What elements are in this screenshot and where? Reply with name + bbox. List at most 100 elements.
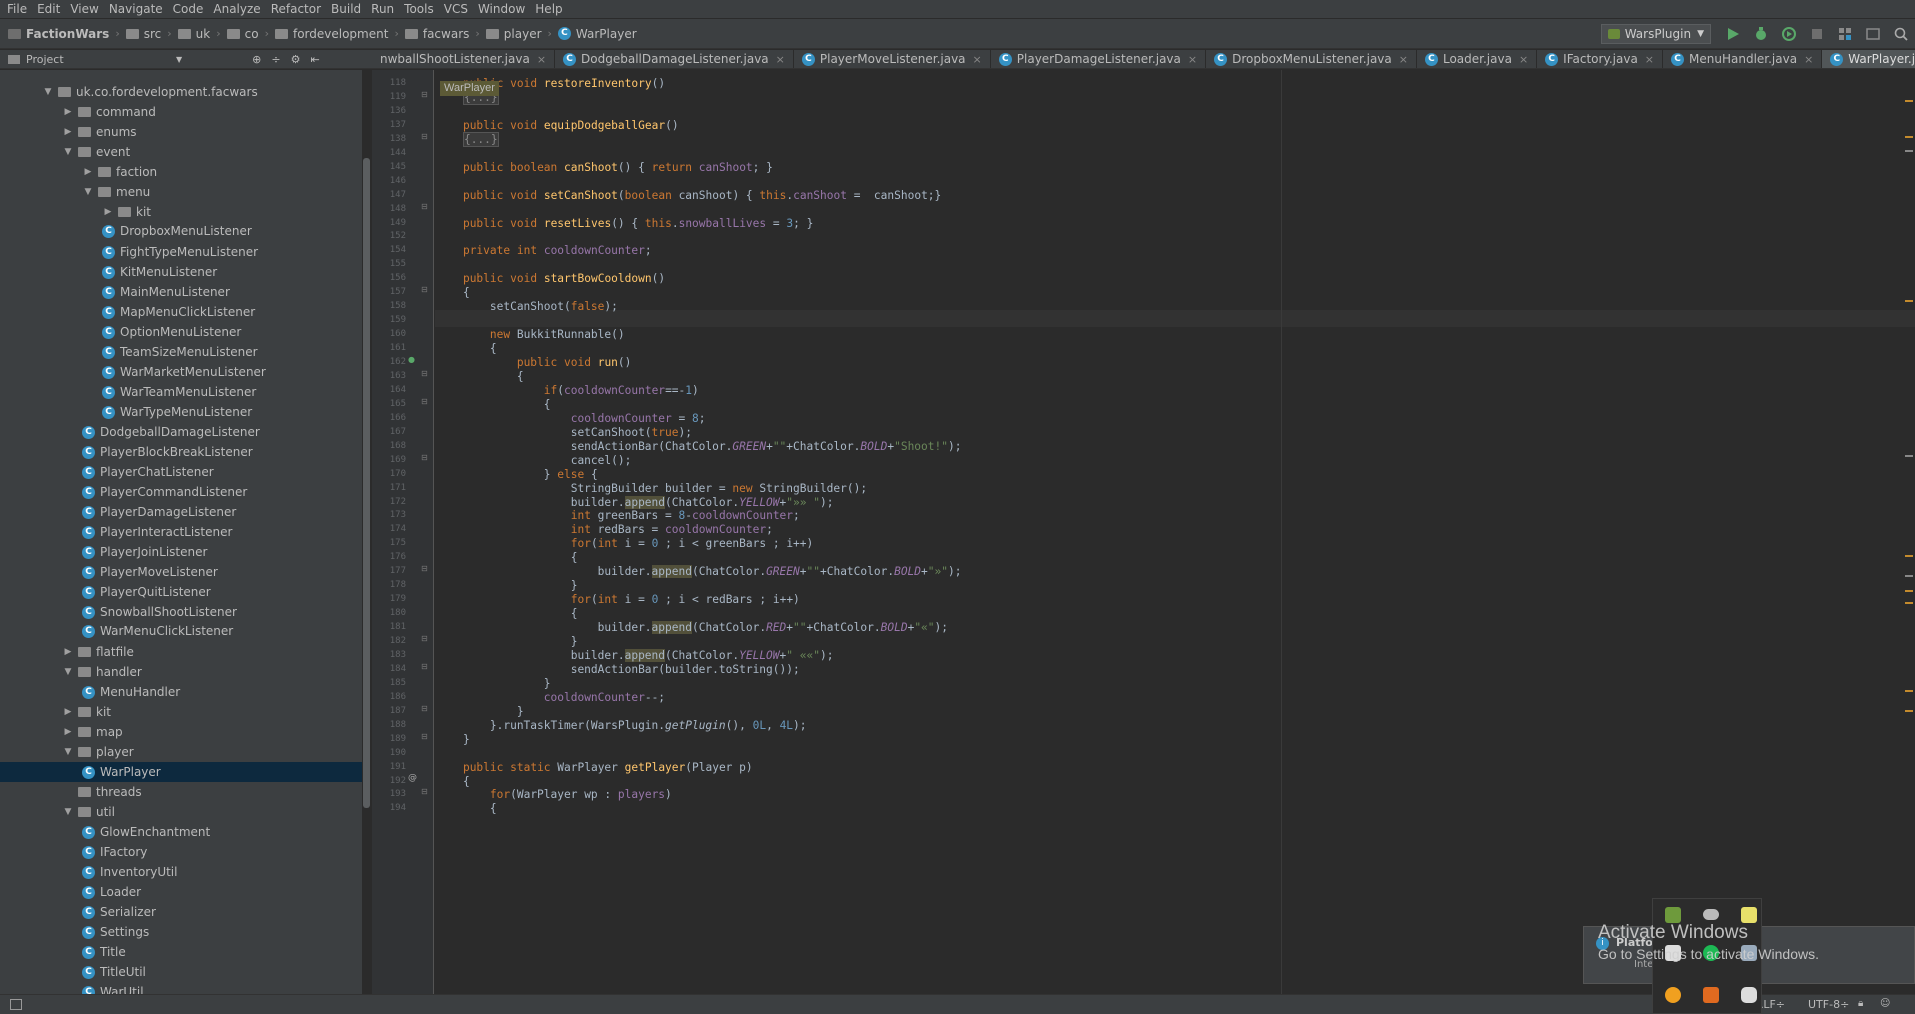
close-icon[interactable]: × xyxy=(1804,53,1813,66)
tray-disc-icon[interactable] xyxy=(1665,987,1681,1003)
code-line[interactable]: }.runTaskTimer(WarsPlugin.getPlugin(), 0… xyxy=(436,717,807,734)
code-line[interactable]: public void resetLives() { this.snowball… xyxy=(436,215,813,232)
tree-item-playerquitlistener[interactable]: C PlayerQuitListener xyxy=(0,582,362,602)
scroll-from-source-icon[interactable]: ⊕ xyxy=(252,53,261,66)
search-icon[interactable] xyxy=(1893,26,1909,42)
chevron-down-icon[interactable]: ▼ xyxy=(176,55,182,64)
sdk-icon[interactable] xyxy=(1865,26,1881,42)
code-line[interactable]: setCanShoot(false); xyxy=(436,298,618,315)
code-line[interactable]: { xyxy=(436,800,497,817)
tree-item-playerjoinlistener[interactable]: C PlayerJoinListener xyxy=(0,542,362,562)
fold-marker-icon[interactable]: ⊟ xyxy=(421,90,428,99)
tree-item-kit[interactable]: ▶ kit xyxy=(0,702,362,722)
chevron-down-icon[interactable]: ▼ xyxy=(62,667,74,677)
breadcrumb-item[interactable]: C WarPlayer xyxy=(557,27,637,41)
tree-item-teamsizemenulistener[interactable]: C TeamSizeMenuListener xyxy=(0,342,362,362)
fold-marker-icon[interactable]: ⊟ xyxy=(421,662,428,671)
tree-item-util[interactable]: ▼ util xyxy=(0,802,362,822)
close-icon[interactable]: × xyxy=(1188,53,1197,66)
breadcrumb-item[interactable]: player xyxy=(485,27,542,41)
project-view-label[interactable]: Project xyxy=(26,53,176,66)
tree-item-command[interactable]: ▶ command xyxy=(0,102,362,122)
chevron-right-icon[interactable]: ▶ xyxy=(62,727,74,737)
fold-marker-icon[interactable]: ⊟ xyxy=(421,369,428,378)
breadcrumb-item[interactable]: uk xyxy=(177,27,210,41)
info-marker[interactable] xyxy=(1905,455,1913,457)
tree-item-player[interactable]: ▼ player xyxy=(0,742,362,762)
fold-marker-icon[interactable]: ⊟ xyxy=(421,787,428,796)
chevron-down-icon[interactable]: ▼ xyxy=(42,87,54,97)
discord-icon[interactable] xyxy=(1741,987,1757,1003)
close-icon[interactable]: × xyxy=(973,53,982,66)
info-marker[interactable] xyxy=(1905,575,1913,577)
tree-item-wartypemenulistener[interactable]: C WarTypeMenuListener xyxy=(0,402,362,422)
tree-item-playerchatlistener[interactable]: C PlayerChatListener xyxy=(0,462,362,482)
tab-warplayer[interactable]: CWarPlayer.java× xyxy=(1822,50,1915,68)
toggle-tool-windows-icon[interactable] xyxy=(10,999,22,1010)
settings-gear-icon[interactable]: ⚙ xyxy=(291,53,301,66)
menu-item-tools[interactable]: Tools xyxy=(399,2,439,16)
tree-item-warmarketmenulistener[interactable]: C WarMarketMenuListener xyxy=(0,362,362,382)
editor-breadcrumb[interactable]: WarPlayer xyxy=(440,81,499,96)
tab-dodgeballdamagelistener[interactable]: C DodgeballDamageListener.java × xyxy=(555,50,794,68)
info-marker[interactable] xyxy=(1905,150,1913,152)
override-marker-icon[interactable]: ● xyxy=(408,355,415,364)
project-tree-scrollbar[interactable] xyxy=(363,158,370,808)
tree-item-glowenchantment[interactable]: C GlowEnchantment xyxy=(0,822,362,842)
hide-panel-icon[interactable]: ⇤ xyxy=(310,53,319,66)
chevron-right-icon[interactable]: ▶ xyxy=(62,107,74,117)
tree-item-inventoryutil[interactable]: C InventoryUtil xyxy=(0,862,362,882)
lock-icon[interactable]: 🔒︎ xyxy=(1858,998,1863,1009)
chevron-right-icon[interactable]: ▶ xyxy=(62,127,74,137)
tray-note-icon[interactable] xyxy=(1741,907,1757,923)
code-line[interactable]: public void startBowCooldown() xyxy=(436,270,665,287)
tree-item-warteammenulistener[interactable]: C WarTeamMenuListener xyxy=(0,382,362,402)
menu-item-navigate[interactable]: Navigate xyxy=(104,2,168,16)
fold-marker-icon[interactable]: ⊟ xyxy=(421,132,428,141)
tab-ifactory[interactable]: C IFactory.java × xyxy=(1537,50,1664,68)
tree-item-title[interactable]: C Title xyxy=(0,942,362,962)
annotation-marker-icon[interactable]: @ xyxy=(408,773,417,783)
coverage-icon[interactable] xyxy=(1781,26,1797,42)
code-line[interactable]: } xyxy=(436,731,470,748)
fold-marker-icon[interactable]: ⊟ xyxy=(421,397,428,406)
encoding-label[interactable]: UTF-8÷ xyxy=(1808,998,1849,1011)
warning-marker[interactable] xyxy=(1905,100,1913,102)
tree-item-mainmenulistener[interactable]: C MainMenuListener xyxy=(0,282,362,302)
tab-dropboxmenulistener[interactable]: C DropboxMenuListener.java × xyxy=(1206,50,1417,68)
fold-marker-icon[interactable]: ⊟ xyxy=(421,732,428,741)
tree-item-menuhandler[interactable]: C MenuHandler xyxy=(0,682,362,702)
tree-item-warutil[interactable]: C WarUtil xyxy=(0,982,362,994)
tree-item-ifactory[interactable]: C IFactory xyxy=(0,842,362,862)
breadcrumb-item[interactable]: fordevelopment xyxy=(274,27,388,41)
fold-marker-icon[interactable]: ⊟ xyxy=(421,704,428,713)
tree-item-faction[interactable]: ▶ faction xyxy=(0,162,362,182)
cloud-icon[interactable] xyxy=(1703,909,1719,920)
tab-loader[interactable]: C Loader.java × xyxy=(1417,50,1538,68)
menu-item-file[interactable]: File xyxy=(2,2,32,16)
tree-item-serializer[interactable]: C Serializer xyxy=(0,902,362,922)
breadcrumb-item[interactable]: co xyxy=(226,27,259,41)
tree-item-uk-co-fordevelopment-facwars[interactable]: ▼ uk.co.fordevelopment.facwars xyxy=(0,82,362,102)
tree-item-playerinteractlistener[interactable]: C PlayerInteractListener xyxy=(0,522,362,542)
breadcrumb-item[interactable]: src xyxy=(125,27,161,41)
tree-item-playercommandlistener[interactable]: C PlayerCommandListener xyxy=(0,482,362,502)
close-icon[interactable]: × xyxy=(1399,53,1408,66)
menu-item-run[interactable]: Run xyxy=(366,2,399,16)
tree-item-threads[interactable]: threads xyxy=(0,782,362,802)
tree-item-menu[interactable]: ▼ menu xyxy=(0,182,362,202)
code-editor[interactable]: 118 119 136 137 138 144 145 146 147 148 149 152 154 1… xyxy=(372,70,1915,994)
menu-item-window[interactable]: Window xyxy=(473,2,530,16)
warning-marker[interactable] xyxy=(1905,690,1913,692)
chevron-right-icon[interactable]: ▶ xyxy=(82,167,94,177)
inspector-icon[interactable]: ☺︎ xyxy=(1880,998,1890,1009)
fold-marker-icon[interactable]: ⊟ xyxy=(421,564,428,573)
tree-item-warplayer[interactable]: C WarPlayer xyxy=(0,762,362,782)
chevron-down-icon[interactable]: ▼ xyxy=(62,147,74,157)
stop-icon[interactable] xyxy=(1809,26,1825,42)
tab-playermovelistener[interactable]: C PlayerMoveListener.java × xyxy=(794,50,991,68)
collapse-all-icon[interactable]: ÷ xyxy=(271,53,280,66)
tree-item-fighttypemenulistener[interactable]: C FightTypeMenuListener xyxy=(0,242,362,262)
tray-app-icon[interactable] xyxy=(1665,907,1681,923)
menu-item-edit[interactable]: Edit xyxy=(32,2,65,16)
